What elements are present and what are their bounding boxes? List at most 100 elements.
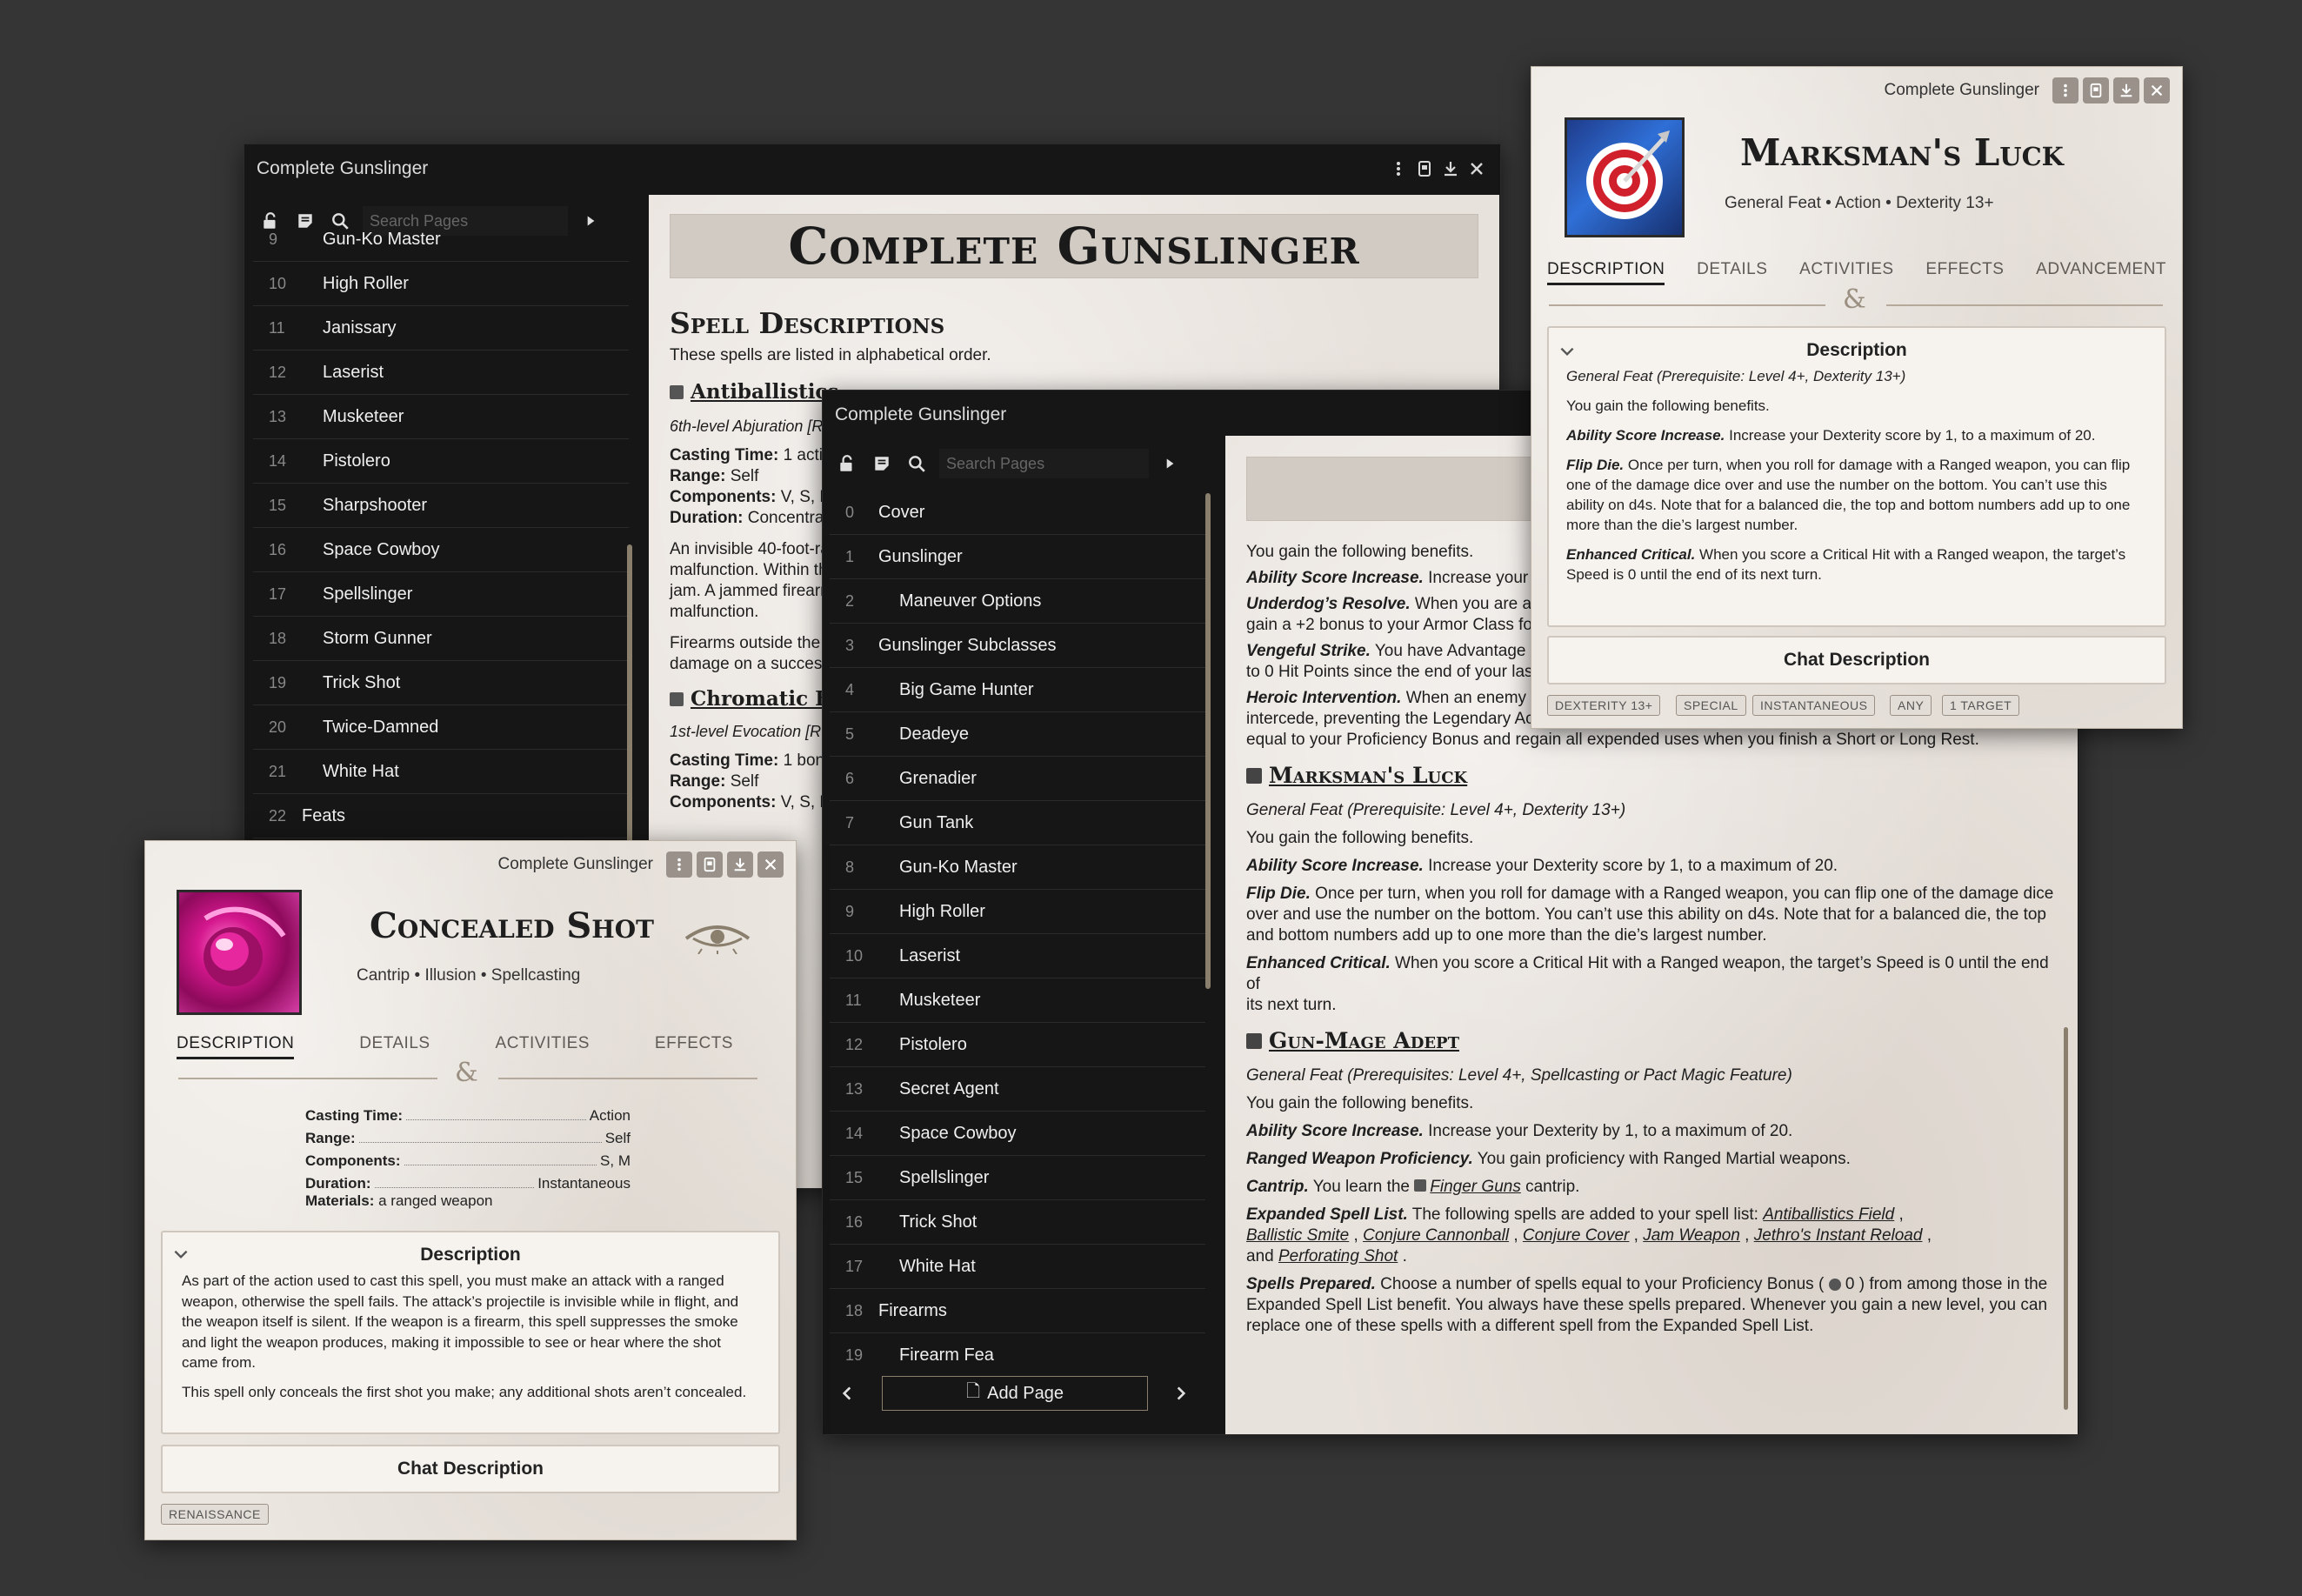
ampersand-icon: & bbox=[455, 1058, 478, 1088]
toc-entry[interactable]: 16 Space Cowboy bbox=[253, 528, 629, 572]
divider bbox=[1886, 304, 2163, 306]
window-title: Complete Gunslinger bbox=[497, 855, 653, 873]
close-icon[interactable] bbox=[1464, 156, 1490, 182]
toc-entry-label: Pistolero bbox=[899, 1034, 967, 1054]
tab-effects[interactable]: EFFECTS bbox=[655, 1034, 733, 1059]
toc-entry[interactable]: 19 Firearm Fea bbox=[830, 1333, 1205, 1365]
toc-entry[interactable]: 18 Firearms bbox=[830, 1289, 1205, 1333]
toc-entry[interactable]: 4 Big Game Hunter bbox=[830, 668, 1205, 712]
spell-link[interactable]: Perforating Shot bbox=[1278, 1247, 1398, 1265]
book-icon[interactable] bbox=[1411, 156, 1438, 182]
toc-entry[interactable]: 12 Laserist bbox=[253, 351, 629, 395]
toc-entry-label: Gunslinger Subclasses bbox=[878, 635, 1057, 655]
window-titlebar[interactable]: Complete Gunslinger bbox=[244, 144, 1500, 193]
toc-entry[interactable]: 15 Sharpshooter bbox=[253, 484, 629, 528]
toc-entry[interactable]: 13 Secret Agent bbox=[830, 1067, 1205, 1112]
toc-entry-number: 17 bbox=[845, 1257, 864, 1275]
tab-details[interactable]: DETAILS bbox=[1697, 260, 1767, 285]
search-icon[interactable] bbox=[899, 446, 934, 481]
close-icon[interactable] bbox=[757, 851, 784, 878]
menu-dots-icon[interactable] bbox=[1385, 156, 1411, 182]
toc-entry-number: 12 bbox=[845, 1035, 864, 1053]
feat-link[interactable]: Gun-Mage Adept bbox=[1269, 1028, 1459, 1053]
toc-entry[interactable]: 3 Gunslinger Subclasses bbox=[830, 624, 1205, 668]
toc-entry[interactable]: 0 Cover bbox=[830, 491, 1205, 535]
window-titlebar[interactable]: Complete Gunslinger bbox=[1531, 67, 2182, 114]
tab-activities[interactable]: ACTIVITIES bbox=[496, 1034, 590, 1059]
window-titlebar[interactable]: Complete Gunslinger bbox=[145, 841, 796, 888]
feat-text: You gain the following benefits. bbox=[1566, 397, 1770, 414]
toc-entry[interactable]: 1 Gunslinger bbox=[830, 535, 1205, 579]
toc-entry[interactable]: 20 Twice-Damned bbox=[253, 705, 629, 750]
toc-entry[interactable]: 17 White Hat bbox=[830, 1245, 1205, 1289]
toc-entry[interactable]: 5 Deadeye bbox=[830, 712, 1205, 757]
close-icon[interactable] bbox=[2144, 77, 2170, 104]
caret-right-icon[interactable] bbox=[1152, 446, 1187, 481]
toc-entry[interactable]: 17 Spellslinger bbox=[253, 572, 629, 617]
add-page-button[interactable]: 🗋 Add Page bbox=[882, 1376, 1148, 1411]
spell-link[interactable]: Conjure Cannonball bbox=[1363, 1226, 1509, 1245]
tab-effects[interactable]: EFFECTS bbox=[1925, 260, 2004, 285]
divider bbox=[498, 1078, 757, 1079]
chat-description-button[interactable]: Chat Description bbox=[1547, 636, 2166, 684]
toc-entry[interactable]: 13 Musketeer bbox=[253, 395, 629, 439]
card-body: As part of the action used to cast this … bbox=[163, 1265, 778, 1402]
toc-entry[interactable]: 19 Trick Shot bbox=[253, 661, 629, 705]
chevron-down-icon[interactable] bbox=[171, 1245, 190, 1264]
chevron-left-icon[interactable] bbox=[830, 1376, 864, 1411]
book-icon[interactable] bbox=[2083, 77, 2109, 104]
spell-link[interactable]: Antiballistics bbox=[691, 380, 838, 404]
chevron-down-icon[interactable] bbox=[1558, 342, 1577, 361]
toc-entry[interactable]: 12 Pistolero bbox=[830, 1023, 1205, 1067]
download-icon[interactable] bbox=[727, 851, 753, 878]
unlock-icon[interactable] bbox=[830, 446, 864, 481]
spell-link[interactable]: Conjure Cover bbox=[1523, 1226, 1630, 1245]
search-input[interactable] bbox=[939, 449, 1149, 478]
spell-link[interactable]: Antiballistics Field bbox=[1763, 1205, 1894, 1224]
spell-link[interactable]: Finger Guns bbox=[1430, 1178, 1521, 1196]
toc-entry[interactable]: 9 High Roller bbox=[830, 890, 1205, 934]
tag-badge: INSTANTANEOUS bbox=[1752, 695, 1876, 716]
toc-footer: 🗋 Add Page bbox=[830, 1373, 1204, 1413]
toc-entry[interactable]: 22 Feats bbox=[253, 794, 629, 838]
tab-advancement[interactable]: ADVANCEMENT bbox=[2036, 260, 2166, 285]
tab-activities[interactable]: ACTIVITIES bbox=[1799, 260, 1893, 285]
spell-link[interactable]: Jethro's Instant Reload bbox=[1754, 1226, 1923, 1245]
tab-details[interactable]: DETAILS bbox=[359, 1034, 430, 1059]
toc-entry[interactable]: 16 Trick Shot bbox=[830, 1200, 1205, 1245]
item-name: Concealed Shot bbox=[370, 905, 654, 946]
chevron-right-icon[interactable] bbox=[1164, 1376, 1198, 1411]
download-icon[interactable] bbox=[2113, 77, 2139, 104]
page-scrollbar[interactable] bbox=[2064, 1027, 2068, 1410]
toc-entry[interactable]: 8 Gun-Ko Master bbox=[830, 845, 1205, 890]
toc-entry[interactable]: 11 Janissary bbox=[253, 306, 629, 351]
spell-link[interactable]: Ballistic Smite bbox=[1246, 1226, 1349, 1245]
toc-entry[interactable]: 2 Maneuver Options bbox=[830, 579, 1205, 624]
toc-entry[interactable]: 14 Space Cowboy bbox=[830, 1112, 1205, 1156]
feat-link[interactable]: Marksman's Luck bbox=[1269, 763, 1467, 788]
menu-dots-icon[interactable] bbox=[666, 851, 692, 878]
toc-entry[interactable]: 10 High Roller bbox=[253, 262, 629, 306]
chat-description-button[interactable]: Chat Description bbox=[161, 1445, 780, 1493]
toc-entry[interactable]: 14 Pistolero bbox=[253, 439, 629, 484]
target-icon[interactable] bbox=[1565, 117, 1685, 237]
menu-dots-icon[interactable] bbox=[2052, 77, 2078, 104]
toc-entry[interactable]: 21 White Hat bbox=[253, 750, 629, 794]
toc-entry[interactable]: 7 Gun Tank bbox=[830, 801, 1205, 845]
notes-icon[interactable] bbox=[864, 446, 899, 481]
toc-scrollbar[interactable] bbox=[1205, 493, 1211, 989]
toc-entry[interactable]: 9 Gun-Ko Master bbox=[253, 217, 629, 262]
book-icon[interactable] bbox=[697, 851, 723, 878]
tab-description[interactable]: DESCRIPTION bbox=[177, 1034, 295, 1059]
spell-link[interactable]: Jam Weapon bbox=[1643, 1226, 1740, 1245]
download-icon[interactable] bbox=[1438, 156, 1464, 182]
eye-icon bbox=[684, 919, 751, 956]
magic-orb-icon[interactable] bbox=[177, 890, 302, 1015]
toc-entry[interactable]: 15 Spellslinger bbox=[830, 1156, 1205, 1200]
feat-text: Ability Score Increase. Increase your De… bbox=[1566, 427, 2096, 444]
toc-entry[interactable]: 10 Laserist bbox=[830, 934, 1205, 978]
toc-entry[interactable]: 18 Storm Gunner bbox=[253, 617, 629, 661]
tab-description[interactable]: DESCRIPTION bbox=[1547, 260, 1665, 285]
toc-entry[interactable]: 6 Grenadier bbox=[830, 757, 1205, 801]
toc-entry[interactable]: 11 Musketeer bbox=[830, 978, 1205, 1023]
